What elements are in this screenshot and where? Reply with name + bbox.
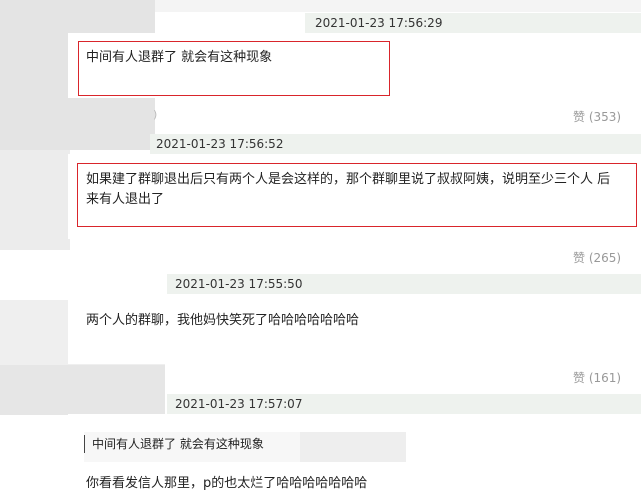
like-count[interactable]: 赞 (265) <box>573 249 621 266</box>
avatar-mosaic <box>0 365 165 415</box>
quote-background <box>300 432 406 462</box>
comment-timestamp: 2021-01-23 17:56:52 <box>150 134 641 154</box>
comment-text: 如果建了群聊退出后只有两个人是会这样的，那个群聊里说了叔叔阿姨，说明至少三个人 … <box>86 172 611 207</box>
quoted-comment: 中间有人退群了 就会有这种现象 <box>84 435 264 453</box>
comment-text: 你看看发信人那里，p的也太烂了哈哈哈哈哈哈哈 <box>86 476 368 491</box>
stray-character: ) <box>153 108 158 121</box>
like-count[interactable]: 赞 (161) <box>573 369 621 386</box>
avatar-mosaic <box>0 150 70 250</box>
comment-text: 两个人的群聊，我他妈快笑死了哈哈哈哈哈哈哈 <box>86 313 360 328</box>
comment-timestamp: 2021-01-23 17:56:29 <box>305 13 641 33</box>
like-count[interactable]: 赞 (353) <box>573 108 621 125</box>
header-bar <box>155 0 641 12</box>
comment-timestamp: 2021-01-23 17:55:50 <box>167 274 641 294</box>
comment-timestamp: 2021-01-23 17:57:07 <box>167 394 641 414</box>
comment-text: 中间有人退群了 就会有这种现象 <box>86 50 273 65</box>
